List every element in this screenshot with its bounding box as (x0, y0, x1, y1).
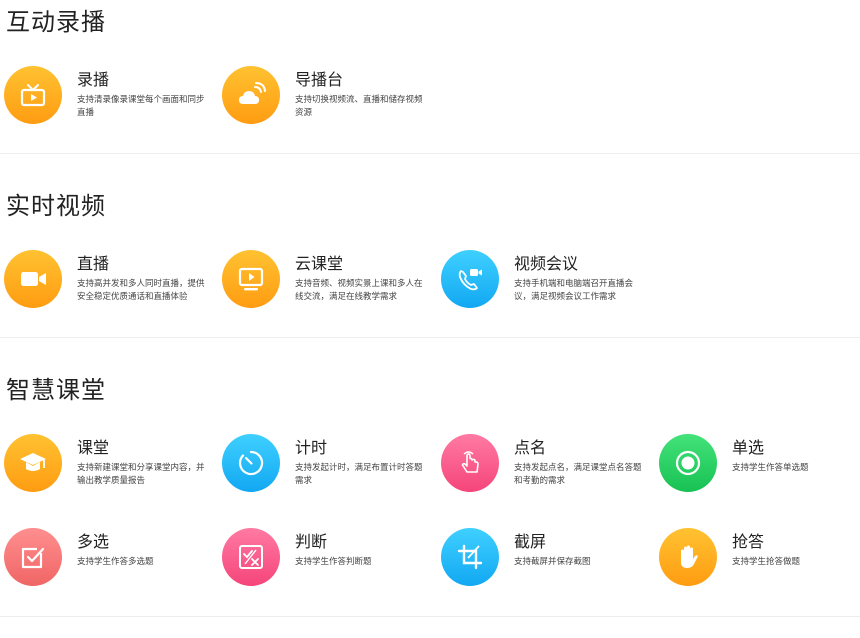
feature-title: 云课堂 (295, 254, 344, 273)
screen-play-icon (222, 250, 280, 308)
feature-desc: 支持学生作答单选题 (732, 463, 809, 473)
section-interactive-recording: 互动录播 录播 支持清录像录课堂每个画面和同步直播 导播台 支持切换视频流、直播… (0, 0, 860, 155)
feature-desc: 支持切换视频流、直播和储存视频资源 (295, 95, 423, 118)
divider (0, 616, 860, 617)
section-smart-classroom: 智慧课堂 课堂 支持新建课堂和分享课堂内容，并输出教学质量报告 计时 支持发起计… (0, 368, 860, 618)
feature-title: 点名 (514, 438, 547, 457)
feature-desc: 支持截屏并保存截图 (514, 557, 591, 567)
crop-icon (441, 528, 499, 586)
feature-desc: 支持新建课堂和分享课堂内容，并输出教学质量报告 (77, 463, 205, 486)
feature-desc: 支持发起计时，满足布置计时答题需求 (295, 463, 423, 486)
feature-desc: 支持手机端和电脑端召开直播会议，满足视频会议工作需求 (514, 279, 634, 302)
feature-true-false[interactable]: 判断 支持学生作答判断题 (222, 528, 432, 592)
feature-title: 截屏 (514, 532, 547, 551)
feature-desc: 支持音频、视频实景上课和多人在线交流，满足在线教学需求 (295, 279, 423, 302)
feature-desc: 支持高并发和多人同时直播，提供安全稳定优质通话和直播体验 (77, 279, 205, 302)
section-title: 实时视频 (6, 192, 106, 220)
radio-icon (659, 434, 717, 492)
feature-desc: 支持发起点名，满足课堂点名答题和考勤的需求 (514, 463, 642, 486)
feature-recording[interactable]: 录播 支持清录像录课堂每个画面和同步直播 (4, 66, 214, 130)
graduation-cap-icon (4, 434, 62, 492)
tv-play-icon (4, 66, 62, 124)
section-title: 智慧课堂 (6, 376, 106, 404)
feature-title: 单选 (732, 438, 765, 457)
feature-title: 导播台 (295, 70, 344, 89)
feature-quick-answer[interactable]: 抢答 支持学生抢答做题 (659, 528, 860, 592)
checkbox-icon (4, 528, 62, 586)
feature-roll-call[interactable]: 点名 支持发起点名，满足课堂点名答题和考勤的需求 (441, 434, 651, 498)
feature-desc: 支持学生抢答做题 (732, 557, 801, 567)
feature-desc: 支持清录像录课堂每个画面和同步直播 (77, 95, 205, 118)
feature-classroom[interactable]: 课堂 支持新建课堂和分享课堂内容，并输出教学质量报告 (4, 434, 214, 498)
feature-desc: 支持学生作答判断题 (295, 557, 372, 567)
raised-hand-icon (659, 528, 717, 586)
cloud-broadcast-icon (222, 66, 280, 124)
feature-live[interactable]: 直播 支持高并发和多人同时直播，提供安全稳定优质通话和直播体验 (4, 250, 214, 314)
divider (0, 337, 860, 338)
hand-pointer-icon (441, 434, 499, 492)
feature-single-choice[interactable]: 单选 支持学生作答单选题 (659, 434, 860, 498)
timer-icon (222, 434, 280, 492)
feature-timer[interactable]: 计时 支持发起计时，满足布置计时答题需求 (222, 434, 432, 498)
section-realtime-video: 实时视频 直播 支持高并发和多人同时直播，提供安全稳定优质通话和直播体验 云课堂… (0, 184, 860, 339)
feature-title: 多选 (77, 532, 110, 551)
feature-screenshot[interactable]: 截屏 支持截屏并保存截图 (441, 528, 651, 592)
feature-title: 录播 (77, 70, 110, 89)
feature-multiple-choice[interactable]: 多选 支持学生作答多选题 (4, 528, 214, 592)
feature-director-console[interactable]: 导播台 支持切换视频流、直播和储存视频资源 (222, 66, 432, 130)
feature-desc: 支持学生作答多选题 (77, 557, 154, 567)
true-false-icon (222, 528, 280, 586)
phone-video-icon (441, 250, 499, 308)
feature-cloud-classroom[interactable]: 云课堂 支持音频、视频实景上课和多人在线交流，满足在线教学需求 (222, 250, 432, 314)
feature-title: 直播 (77, 254, 110, 273)
feature-title: 视频会议 (514, 254, 579, 273)
feature-video-conference[interactable]: 视频会议 支持手机端和电脑端召开直播会议，满足视频会议工作需求 (441, 250, 651, 314)
feature-title: 判断 (295, 532, 328, 551)
video-camera-icon (4, 250, 62, 308)
feature-title: 课堂 (77, 438, 110, 457)
divider (0, 153, 860, 154)
feature-title: 计时 (295, 438, 328, 457)
feature-title: 抢答 (732, 532, 765, 551)
section-title: 互动录播 (6, 8, 106, 36)
